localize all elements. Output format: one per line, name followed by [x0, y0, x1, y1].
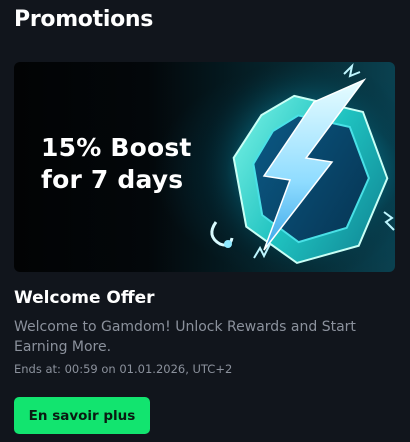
promotion-banner[interactable]: 15% Boost for 7 days	[14, 62, 395, 272]
offer-title: Welcome Offer	[14, 288, 155, 308]
learn-more-button[interactable]: En savoir plus	[14, 397, 150, 434]
offer-description: Welcome to Gamdom! Unlock Rewards and St…	[14, 319, 356, 355]
banner-headline: 15% Boost for 7 days	[41, 132, 192, 196]
page-title: Promotions	[14, 7, 154, 32]
banner-line-2: for 7 days	[41, 165, 184, 194]
lightning-shield-icon	[194, 62, 395, 272]
promotions-panel: Promotions 15% Boost for 7 days Welcome …	[0, 0, 410, 442]
offer-end-date: Ends at: 00:59 on 01.01.2026, UTC+2	[14, 362, 233, 376]
banner-line-1: 15% Boost	[41, 133, 192, 162]
